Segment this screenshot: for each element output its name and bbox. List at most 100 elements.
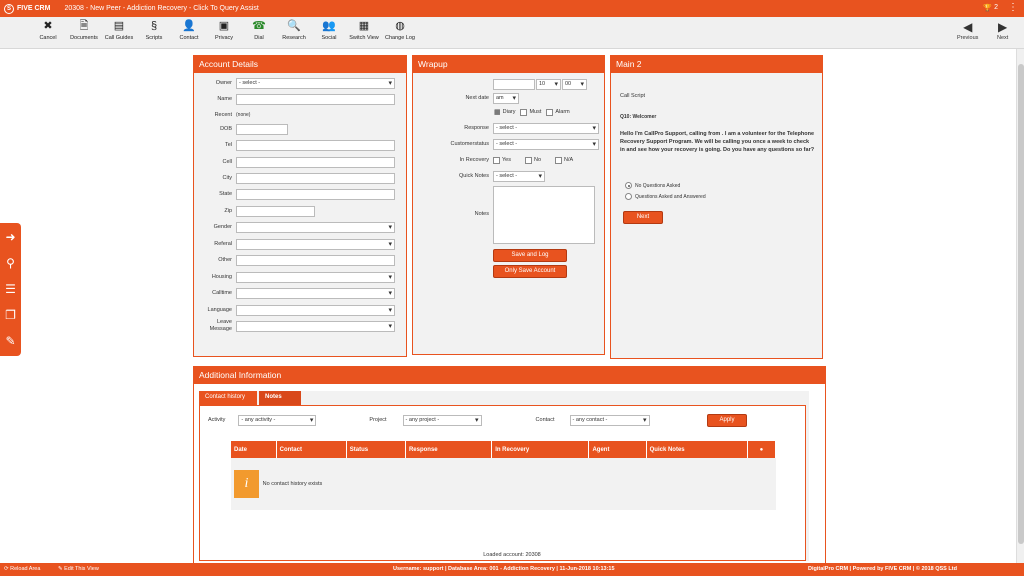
yes-checkbox[interactable]: [493, 156, 500, 164]
next-date-input[interactable]: [493, 78, 535, 90]
hour-select[interactable]: 10: [536, 78, 561, 90]
toolbar: ✖ Cancel 🗎 Documents ▤ Call Guides § Scripts…: [0, 17, 1024, 49]
radio-no-questions[interactable]: [625, 182, 632, 189]
no-checkbox[interactable]: [524, 156, 532, 164]
window-title[interactable]: 20308 - New Peer - Addiction Recovery - …: [64, 5, 258, 12]
social-button[interactable]: 👥 Social: [309, 19, 349, 41]
loaded-account-text: Loaded account: 20308: [483, 552, 541, 558]
filter-row: Activity - any activity - Project - any …: [208, 414, 650, 426]
documents-button[interactable]: 🗎 Documents: [64, 19, 104, 41]
script-next-button[interactable]: Next: [623, 211, 663, 224]
diary-row: ▦ Diary Must Alarm: [494, 106, 570, 118]
person-icon: 👤: [182, 20, 196, 32]
alarm-checkbox[interactable]: [546, 108, 554, 116]
switch-view-button[interactable]: ▦ Switch View: [344, 19, 384, 41]
quick-notes-select[interactable]: - select -: [493, 170, 545, 182]
column-response[interactable]: Response: [405, 441, 493, 458]
account-select[interactable]: [236, 271, 395, 283]
account-field-label: City: [222, 174, 232, 181]
account-field-row: Owner - select -: [194, 77, 395, 89]
reload-area-button[interactable]: ⟳ Reload Area: [4, 566, 40, 572]
minute-select[interactable]: 00: [562, 78, 587, 90]
tab-notes[interactable]: Notes: [259, 391, 301, 405]
cancel-button[interactable]: ✖ Cancel: [28, 19, 68, 41]
account-input[interactable]: [236, 123, 288, 135]
account-select[interactable]: - select -: [236, 77, 395, 89]
account-field-row: Name: [194, 93, 395, 105]
account-select[interactable]: [236, 287, 395, 299]
column-date[interactable]: Date: [231, 441, 277, 458]
only-save-account-button[interactable]: Only Save Account: [493, 265, 567, 278]
account-input[interactable]: [236, 205, 315, 217]
search-icon[interactable]: ⚲: [0, 251, 21, 275]
settings-icon[interactable]: ●: [760, 447, 764, 453]
account-field-row: City: [194, 172, 395, 184]
must-checkbox[interactable]: [520, 108, 528, 116]
contact-button[interactable]: 👤 Contact: [169, 19, 209, 41]
account-select[interactable]: [236, 304, 395, 316]
quick-notes-row: Quick Notes - select -: [413, 170, 545, 182]
ampm-select[interactable]: am: [493, 92, 519, 104]
customerstatus-label: Customerstatus: [450, 141, 489, 147]
na-label: N/A: [564, 157, 574, 163]
contact-label: Contact: [535, 417, 555, 423]
apply-button[interactable]: Apply: [707, 414, 747, 427]
page-scrollbar[interactable]: [1016, 49, 1024, 563]
change-log-button[interactable]: ◍ Change Log: [380, 19, 420, 41]
scripts-button[interactable]: § Scripts: [134, 19, 174, 41]
account-details-panel: Account Details Owner - select - Name Recen…: [193, 55, 407, 357]
account-field-row: Calltime: [194, 287, 395, 299]
option-questions-answered[interactable]: Questions Asked and Answered: [625, 193, 706, 200]
edit-document-icon[interactable]: ✎: [0, 329, 21, 353]
powered-by: DigitalPro CRM | Powered by FIVE CRM | ©…: [808, 566, 957, 572]
project-select[interactable]: - any project -: [402, 414, 482, 426]
save-and-log-button[interactable]: Save and Log: [493, 249, 567, 262]
notes-textarea[interactable]: [493, 186, 595, 244]
account-input[interactable]: [236, 188, 395, 200]
arrow-right-icon[interactable]: ➜: [0, 225, 21, 249]
call-guides-button[interactable]: ▤ Call Guides: [99, 19, 139, 41]
activity-select[interactable]: - any activity -: [238, 414, 317, 426]
column-status[interactable]: Status: [346, 441, 406, 458]
tab-contact-history[interactable]: Contact history: [199, 391, 257, 405]
account-input[interactable]: [236, 172, 395, 184]
account-input[interactable]: [236, 254, 395, 266]
account-input[interactable]: [236, 139, 395, 151]
account-field-row: Tel: [194, 139, 395, 151]
edit-view-button[interactable]: ✎ Edit This View: [58, 566, 99, 572]
column-settings[interactable]: ●: [747, 441, 777, 458]
account-input[interactable]: [236, 93, 395, 105]
privacy-button[interactable]: ▣ Privacy: [204, 19, 244, 41]
customerstatus-select[interactable]: - select -: [493, 138, 599, 150]
option-no-questions[interactable]: No Questions Asked: [625, 182, 680, 189]
activity-label: Activity: [208, 417, 226, 423]
empty-cell: i No contact history exists: [231, 458, 776, 510]
notifications[interactable]: 🏆 2: [983, 4, 998, 12]
scrollbar-thumb[interactable]: [1018, 64, 1024, 544]
contact-select[interactable]: - any contact -: [569, 414, 650, 426]
dial-button[interactable]: ☎ Dial: [239, 19, 279, 41]
account-select[interactable]: [236, 238, 395, 250]
copy-icon[interactable]: ❐: [0, 303, 21, 327]
next-record-button[interactable]: ▶ Next: [997, 19, 1008, 41]
na-checkbox[interactable]: [555, 156, 563, 164]
account-select[interactable]: [236, 320, 395, 332]
previous-button[interactable]: ◀ Previous: [957, 19, 978, 41]
account-input[interactable]: [236, 156, 395, 168]
calendar-icon[interactable]: ▦: [494, 108, 501, 116]
list-icon[interactable]: ☰: [0, 277, 21, 301]
account-field-label: State: [219, 190, 232, 197]
additional-info-panel: Additional Information Contact history N…: [193, 366, 826, 566]
research-button[interactable]: 🔍 Research: [274, 19, 314, 41]
column-contact[interactable]: Contact: [276, 441, 347, 458]
radio-questions-answered[interactable]: [625, 193, 632, 200]
response-select[interactable]: - select -: [493, 122, 599, 134]
brand-name: FIVE CRM: [17, 5, 51, 12]
account-select[interactable]: [236, 221, 395, 233]
column-in-recovery[interactable]: In Recovery: [491, 441, 590, 458]
column-agent[interactable]: Agent: [588, 441, 647, 458]
column-quick-notes[interactable]: Quick Notes: [646, 441, 748, 458]
id-card-icon: ▣: [218, 20, 230, 32]
close-icon[interactable]: ⋮: [1008, 2, 1018, 13]
account-field-label: Other: [218, 256, 232, 263]
